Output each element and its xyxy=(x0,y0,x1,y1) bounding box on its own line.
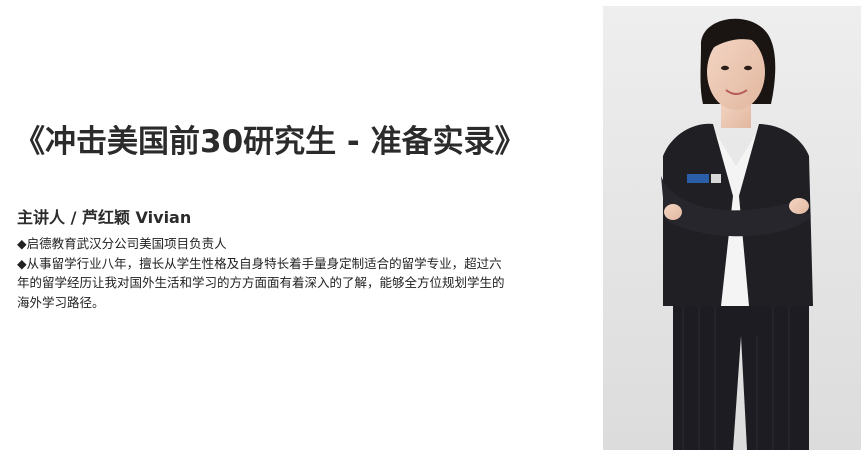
speaker-photo xyxy=(603,6,861,450)
speaker-bio: ◆启德教育武汉分公司美国项目负责人 ◆从事留学行业八年，擅长从学生性格及自身特长… xyxy=(17,234,591,312)
right-eye xyxy=(744,65,752,71)
content-panel: 《冲击美国前30研究生 - 准备实录》 主讲人 / 芦红颖 Vivian ◆启德… xyxy=(0,0,600,453)
bio-line: ◆从事留学行业八年，擅长从学生性格及自身特长着手量身定制适合的留学专业，超过六 xyxy=(17,255,502,271)
left-hand xyxy=(664,204,682,220)
bio-line: 海外学习路径。 xyxy=(17,294,105,310)
page-title: 《冲击美国前30研究生 - 准备实录》 xyxy=(14,124,526,160)
badge-tag xyxy=(711,174,721,183)
name-badge xyxy=(687,174,709,183)
bio-line: ◆启德教育武汉分公司美国项目负责人 xyxy=(17,236,227,251)
bio-line: 年的留学经历让我对国外生活和学习的方方面面有着深入的了解，能够全方位规划学生的 xyxy=(17,275,505,290)
left-eye xyxy=(721,65,729,71)
speaker-name: 主讲人 / 芦红颖 Vivian xyxy=(17,208,192,227)
right-hand xyxy=(789,198,809,214)
speaker-portrait-icon xyxy=(603,6,861,450)
